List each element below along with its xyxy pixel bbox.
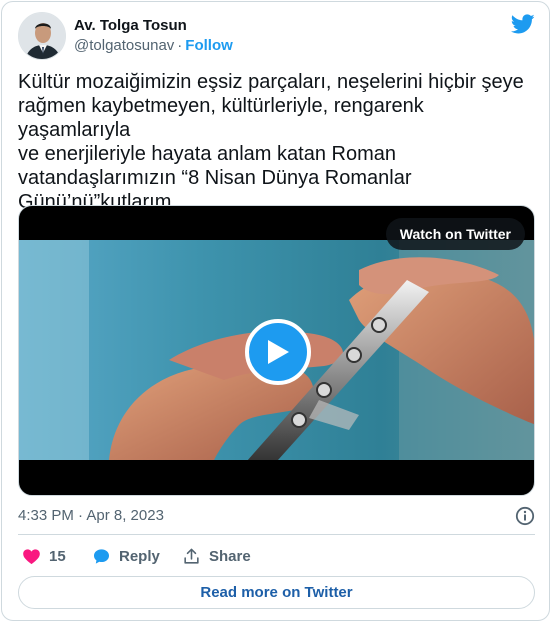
info-icon[interactable]	[515, 506, 535, 526]
reply-button[interactable]: Reply	[92, 545, 160, 567]
share-upload-icon	[184, 548, 199, 564]
author-handle-row: @tolgatosunav · Follow	[74, 37, 233, 54]
reply-bubble-icon	[93, 548, 110, 564]
video-player[interactable]: Watch on Twitter	[18, 205, 535, 496]
separator-dot: ·	[177, 37, 183, 54]
tweet-actions: 15 Reply Share	[18, 545, 535, 567]
follow-link[interactable]: Follow	[185, 37, 233, 54]
tweet-text: Kültür mozaiğimizin eşsiz parçaları, neş…	[18, 71, 524, 213]
timestamp-row: 4:33 PM · Apr 8, 2023	[18, 505, 535, 527]
tweet-header: Av. Tolga Tosun @tolgatosunav · Follow	[18, 12, 535, 60]
share-button[interactable]: Share	[182, 545, 251, 567]
tweet-card: Av. Tolga Tosun @tolgatosunav · Follow Kül…	[1, 1, 550, 621]
play-icon	[268, 340, 289, 364]
reply-label: Reply	[119, 547, 160, 565]
author-name[interactable]: Av. Tolga Tosun	[74, 17, 187, 34]
author-handle[interactable]: @tolgatosunav	[74, 37, 174, 54]
avatar[interactable]	[18, 12, 66, 60]
like-count: 15	[49, 547, 66, 565]
twitter-bird-icon[interactable]	[511, 12, 535, 36]
share-label: Share	[209, 547, 251, 565]
divider	[18, 534, 535, 535]
play-button[interactable]	[245, 319, 311, 385]
watch-on-twitter-button[interactable]: Watch on Twitter	[385, 218, 525, 250]
like-button[interactable]: 15	[22, 545, 66, 567]
tweet-timestamp[interactable]: 4:33 PM · Apr 8, 2023	[18, 507, 164, 524]
avatar-photo-icon	[19, 13, 65, 59]
heart-icon	[23, 548, 40, 564]
read-more-button[interactable]: Read more on Twitter	[18, 576, 535, 609]
